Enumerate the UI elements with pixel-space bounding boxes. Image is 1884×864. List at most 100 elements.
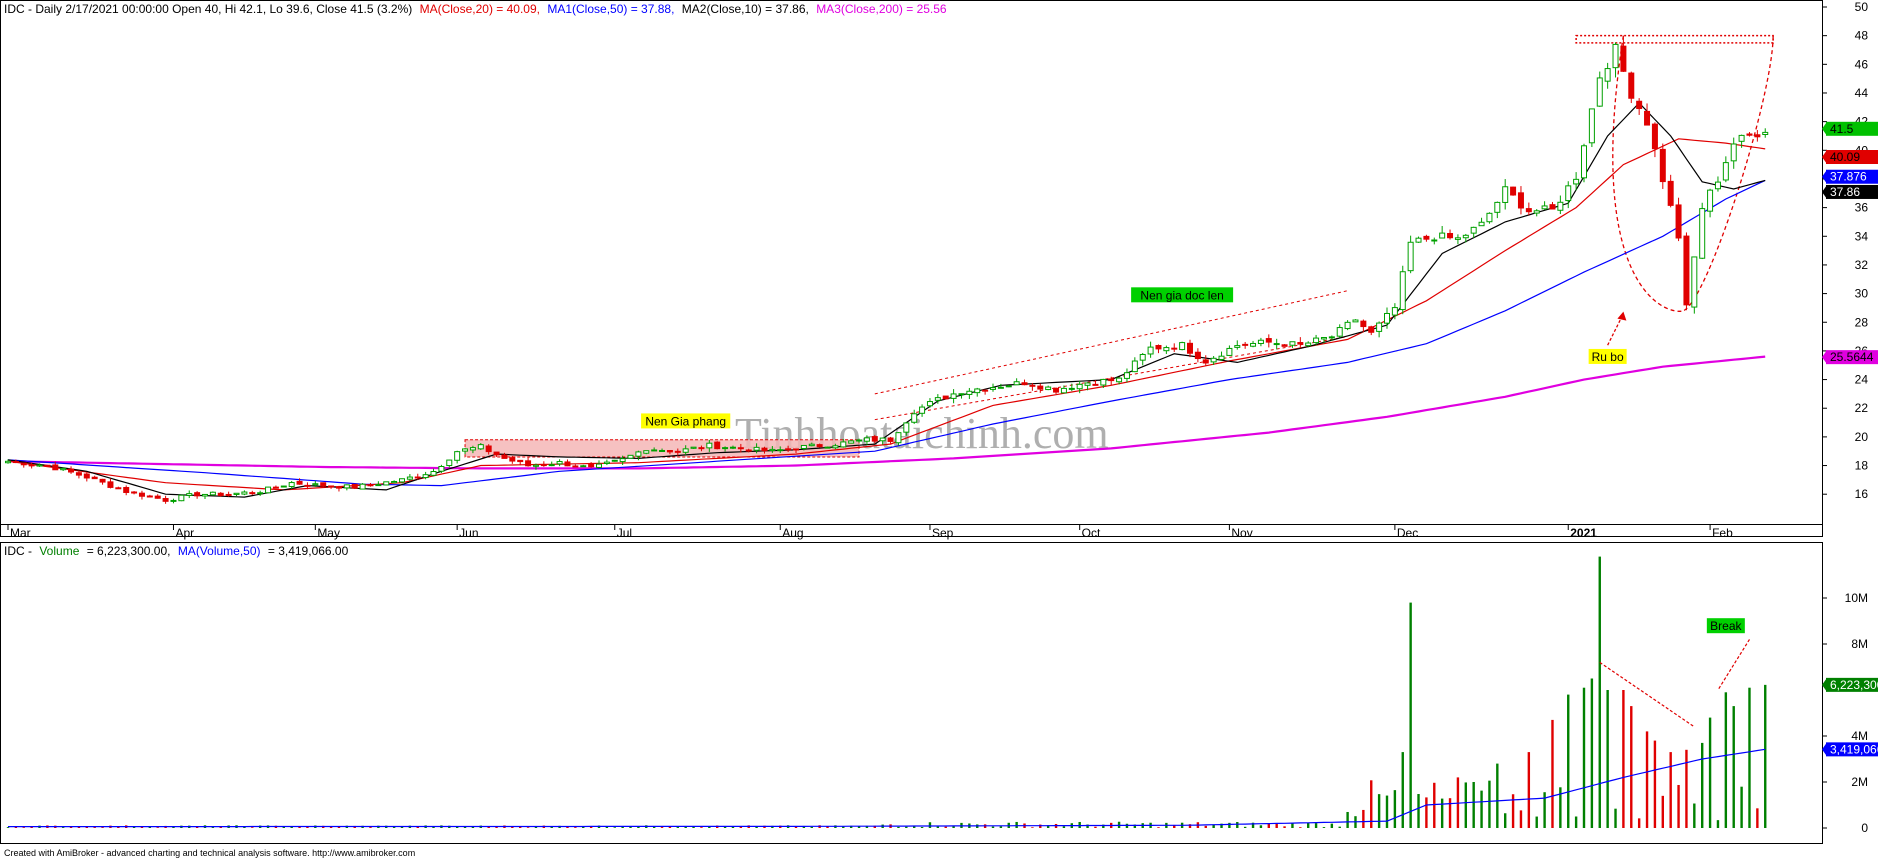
candle-body	[1171, 347, 1178, 350]
candle-body	[769, 448, 776, 452]
price-tick-label: 30	[1855, 287, 1869, 301]
candle-body	[107, 481, 114, 488]
candle-body	[509, 457, 516, 462]
volume-bar	[1551, 719, 1554, 828]
candle-body	[469, 447, 476, 451]
header-price-base: IDC - Daily 2/17/2021 00:00:00 Open 40, …	[4, 2, 412, 16]
volume-bar	[1724, 692, 1728, 828]
volume-bar	[6, 827, 10, 828]
volume-bar	[1393, 790, 1397, 828]
candle-body	[1179, 342, 1186, 351]
candle-body	[1163, 347, 1170, 352]
volume-bar	[1377, 794, 1381, 828]
candle-body	[674, 450, 681, 453]
date-tick-label: Nov	[1231, 526, 1252, 540]
candle-body	[162, 498, 169, 502]
candle-body	[1257, 339, 1264, 345]
annotation-label: Ru bo	[1592, 350, 1624, 364]
volume-bar	[1015, 821, 1018, 828]
candle-body	[36, 464, 43, 467]
volume-bar	[1748, 687, 1751, 828]
header-vol-label: Volume	[39, 544, 79, 558]
volume-bar	[1283, 826, 1286, 828]
candle-body	[249, 492, 256, 495]
annotation-label: Nen Gia phang	[645, 414, 726, 428]
candle-body	[12, 461, 19, 464]
candle-body	[753, 446, 760, 451]
candle-body	[1013, 381, 1020, 386]
volume-bar	[1488, 780, 1491, 828]
date-tick-label: Jul	[617, 526, 632, 540]
volume-tick-label: 10M	[1845, 591, 1868, 605]
volume-bar	[1480, 790, 1483, 828]
candle-body	[895, 432, 902, 444]
candle-body	[950, 393, 957, 399]
candle-body	[178, 494, 185, 502]
volume-bar	[1362, 809, 1365, 828]
candle-body	[863, 437, 870, 442]
volume-bar	[1590, 678, 1594, 828]
candle-body	[919, 406, 926, 414]
candle-body	[1573, 178, 1580, 185]
candle-body	[28, 464, 35, 467]
candle-body	[1242, 343, 1249, 346]
candle-body	[1328, 336, 1335, 339]
candle-body	[328, 485, 335, 488]
candle-body	[596, 463, 602, 468]
volume-panel-frame	[0, 542, 1823, 844]
candle-body	[1360, 320, 1367, 328]
header-volma-value: = 3,419,066.00	[268, 544, 349, 558]
candle-body	[83, 473, 90, 479]
candle-body	[265, 486, 272, 494]
candle-body	[871, 436, 878, 442]
volume-bar	[1417, 794, 1420, 828]
candle-body	[651, 449, 658, 452]
candle-body	[1746, 133, 1753, 136]
candle-body	[698, 447, 705, 450]
candle-body	[75, 472, 82, 476]
candle-body	[517, 459, 524, 463]
candle-body	[793, 448, 799, 451]
candle-body	[1076, 383, 1083, 390]
candle-body	[375, 484, 382, 487]
volume-bar	[101, 827, 104, 828]
candle-body	[154, 495, 161, 499]
candle-body	[714, 441, 721, 450]
value-tags: 41.5 40.09 37.87637.86 25.5644 6,223,300 3,41…	[1822, 121, 1884, 757]
candle-body	[1210, 357, 1217, 363]
candle-body	[982, 389, 989, 392]
candle-body	[1762, 131, 1769, 135]
candle-body	[1368, 326, 1375, 333]
volume-bar	[684, 826, 687, 828]
candle-body	[997, 386, 1004, 389]
candle-body	[312, 483, 319, 486]
candle-body	[1131, 360, 1138, 373]
candle-body	[446, 459, 453, 467]
candle-body	[5, 460, 11, 464]
volume-bar	[1504, 813, 1507, 828]
candle-body	[414, 476, 421, 479]
candle-body	[60, 467, 67, 471]
header-vol-base: IDC -	[4, 544, 32, 558]
candle-body	[1092, 383, 1099, 386]
price-tick-label: 20	[1855, 430, 1869, 444]
candle-body	[1667, 180, 1674, 206]
candle-body	[1525, 208, 1532, 213]
candle-body	[690, 446, 697, 449]
candle-body	[1005, 385, 1012, 388]
candle-body	[1628, 72, 1635, 99]
candle-body	[99, 478, 106, 483]
volume-bar	[534, 826, 538, 828]
volume-tick-label: 2M	[1851, 775, 1868, 789]
candle-body	[1620, 45, 1627, 72]
volume-bar	[1527, 752, 1531, 828]
volume-bar	[1448, 798, 1452, 828]
price-tick-label: 32	[1855, 258, 1869, 272]
candle-body	[1462, 234, 1469, 239]
candle-body	[454, 451, 461, 461]
candle-body	[1470, 226, 1477, 234]
candle-body	[848, 440, 855, 444]
candle-body	[808, 443, 815, 447]
candle-body	[1478, 221, 1485, 227]
volume-bar	[660, 827, 664, 828]
